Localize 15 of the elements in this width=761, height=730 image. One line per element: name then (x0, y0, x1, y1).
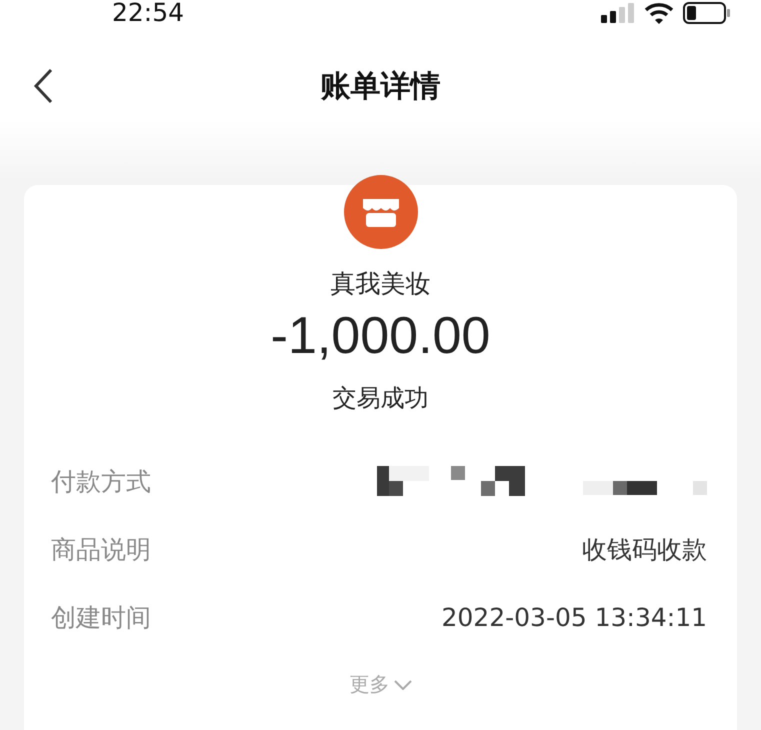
status-time: 22:54 (112, 0, 184, 26)
detail-label: 付款方式 (51, 466, 151, 498)
chevron-icon (394, 680, 412, 690)
merchant-name: 真我美妆 (330, 268, 430, 300)
transaction-status: 交易成功 (332, 383, 428, 414)
more-button[interactable]: 更多 (344, 670, 418, 699)
signal-icon (601, 3, 635, 23)
detail-value: 收钱码收款 (582, 534, 707, 566)
wifi-icon (645, 2, 673, 24)
detail-label: 商品说明 (51, 534, 151, 566)
detail-value: 2022-03-05 13:34:11 (441, 602, 707, 632)
page-title: 账单详情 (320, 68, 440, 106)
battery-icon (683, 2, 731, 24)
detail-label: 创建时间 (51, 602, 151, 634)
amount: -1,000.00 (270, 306, 490, 366)
